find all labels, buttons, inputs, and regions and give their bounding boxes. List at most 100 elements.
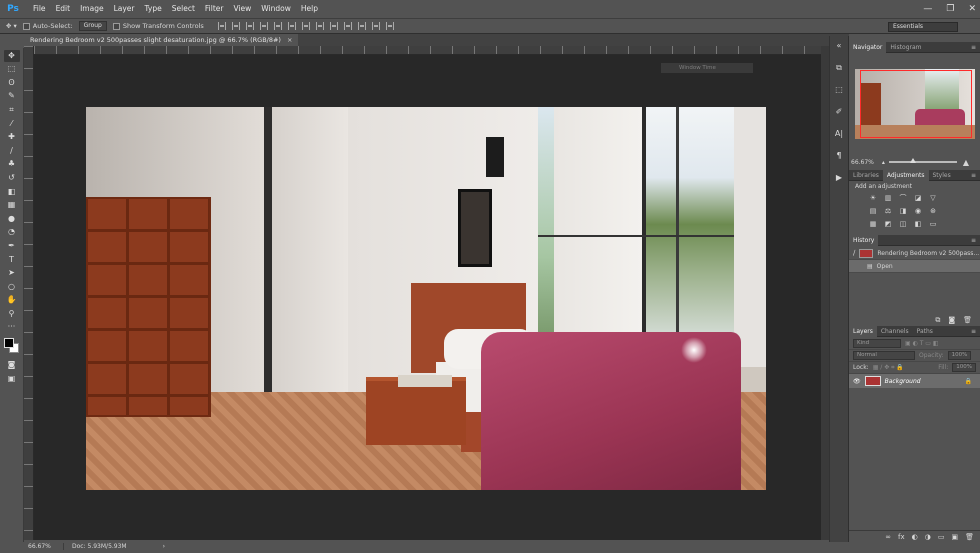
- panel-menu-icon[interactable]: ≡: [971, 44, 976, 51]
- color-lookup-icon[interactable]: ▦: [869, 220, 877, 228]
- navigator-zoom-slider[interactable]: [888, 158, 957, 163]
- shape-tool-icon[interactable]: ○: [4, 281, 20, 293]
- menu-window[interactable]: Window: [256, 0, 296, 18]
- eraser-tool-icon[interactable]: ◧: [4, 186, 20, 198]
- tab-layers[interactable]: Layers: [849, 325, 877, 337]
- distribute-left-icon[interactable]: [343, 22, 352, 30]
- history-panel-icon[interactable]: ⧉: [832, 62, 846, 74]
- path-select-tool-icon[interactable]: ➤: [4, 267, 20, 279]
- brush-tool-icon[interactable]: ∕: [4, 145, 20, 157]
- minimize-icon[interactable]: —: [923, 4, 932, 14]
- close-tab-icon[interactable]: ×: [287, 34, 292, 46]
- properties-panel-icon[interactable]: ⬚: [832, 84, 846, 96]
- close-icon[interactable]: ✕: [968, 4, 976, 14]
- photo-filter-icon[interactable]: ◉: [914, 207, 922, 215]
- status-menu-arrow-icon[interactable]: ›: [163, 543, 165, 550]
- menu-edit[interactable]: Edit: [51, 0, 76, 18]
- foreground-color-swatch[interactable]: [3, 338, 14, 349]
- distribute-right-icon[interactable]: [371, 22, 380, 30]
- lasso-tool-icon[interactable]: ʘ: [4, 77, 20, 89]
- hue-saturation-icon[interactable]: ▤: [869, 207, 877, 215]
- layer-kind-filter[interactable]: Kind: [853, 339, 901, 348]
- blend-mode-select[interactable]: Normal: [853, 351, 915, 360]
- menu-layer[interactable]: Layer: [109, 0, 140, 18]
- zoom-out-icon[interactable]: ▴: [882, 159, 885, 166]
- adjustment-layer-icon[interactable]: ◑: [925, 533, 931, 541]
- panel-menu-icon[interactable]: ≡: [971, 172, 976, 179]
- new-layer-icon[interactable]: ▣: [951, 533, 958, 541]
- black-white-icon[interactable]: ◨: [899, 207, 907, 215]
- vibrance-icon[interactable]: ▽: [929, 194, 937, 202]
- invert-icon[interactable]: ◩: [884, 220, 892, 228]
- auto-select-checkbox[interactable]: [22, 22, 30, 30]
- snapshot-camera-icon[interactable]: ◙: [948, 316, 955, 324]
- auto-align-icon[interactable]: [385, 22, 394, 30]
- move-tool-icon[interactable]: ✥: [3, 49, 20, 62]
- menu-image[interactable]: Image: [75, 0, 109, 18]
- levels-icon[interactable]: ▥: [884, 194, 892, 202]
- navigator-zoom-value[interactable]: 66.67%: [851, 159, 874, 166]
- auto-select-dropdown[interactable]: Group: [78, 21, 107, 31]
- color-balance-icon[interactable]: ⚖: [884, 207, 892, 215]
- tab-styles[interactable]: Styles: [929, 170, 955, 181]
- gradient-map-icon[interactable]: ▭: [929, 220, 937, 228]
- tab-history[interactable]: History: [849, 234, 879, 246]
- paragraph-panel-icon[interactable]: ¶: [832, 150, 846, 162]
- new-document-from-state-icon[interactable]: ⧉: [935, 316, 940, 325]
- lock-icons[interactable]: ▦ ∕ ✥ ⌗ 🔒: [873, 364, 904, 372]
- panel-menu-icon[interactable]: ≡: [971, 328, 976, 335]
- color-swatches[interactable]: [3, 337, 21, 355]
- menu-help[interactable]: Help: [296, 0, 323, 18]
- menu-view[interactable]: View: [228, 0, 256, 18]
- vertical-ruler[interactable]: [24, 46, 34, 540]
- hand-tool-icon[interactable]: ✋: [4, 294, 20, 306]
- distribute-top-icon[interactable]: [301, 22, 310, 30]
- collapse-arrows-icon[interactable]: «: [832, 40, 846, 52]
- blur-tool-icon[interactable]: ●: [4, 213, 20, 225]
- layer-row-background[interactable]: 👁 Background 🔒: [849, 374, 980, 388]
- zoom-in-icon[interactable]: ▲: [963, 158, 969, 167]
- dodge-tool-icon[interactable]: ◔: [4, 226, 20, 238]
- status-zoom-field[interactable]: 66.67%: [24, 543, 64, 550]
- align-left-icon[interactable]: [259, 22, 268, 30]
- pen-tool-icon[interactable]: ✒: [4, 240, 20, 252]
- align-vcenter-icon[interactable]: [231, 22, 240, 30]
- more-tools-icon[interactable]: ···: [4, 321, 20, 333]
- zoom-tool-icon[interactable]: ⚲: [4, 308, 20, 320]
- tab-histogram[interactable]: Histogram: [886, 42, 925, 53]
- distribute-bottom-icon[interactable]: [329, 22, 338, 30]
- menu-select[interactable]: Select: [167, 0, 200, 18]
- layer-style-fx-icon[interactable]: fx: [898, 533, 905, 541]
- layer-visibility-eye-icon[interactable]: 👁: [853, 378, 861, 385]
- quick-mask-icon[interactable]: ◙: [4, 359, 20, 371]
- history-snapshot[interactable]: ∕ Rendering Bedroom v2 500pass...: [849, 247, 980, 260]
- document-tab[interactable]: Rendering Bedroom v2 500passes slight de…: [24, 34, 299, 46]
- distribute-vcenter-icon[interactable]: [315, 22, 324, 30]
- marquee-tool-icon[interactable]: ⬚: [4, 63, 20, 75]
- tab-paths[interactable]: Paths: [913, 326, 937, 337]
- navigator-thumbnail[interactable]: [855, 69, 975, 139]
- brush-settings-icon[interactable]: ✐: [832, 106, 846, 118]
- horizontal-ruler[interactable]: [34, 46, 821, 55]
- channel-mixer-icon[interactable]: ⊛: [929, 207, 937, 215]
- fill-field[interactable]: 100%: [952, 363, 976, 372]
- navigator-view-box[interactable]: [860, 70, 972, 138]
- menu-type[interactable]: Type: [140, 0, 167, 18]
- history-brush-tool-icon[interactable]: ↺: [4, 172, 20, 184]
- character-panel-icon[interactable]: A|: [832, 128, 846, 140]
- layer-lock-icon[interactable]: 🔒: [965, 378, 972, 385]
- distribute-hcenter-icon[interactable]: [357, 22, 366, 30]
- align-hcenter-icon[interactable]: [273, 22, 282, 30]
- workspace-dropdown[interactable]: Essentials: [888, 22, 958, 32]
- posterize-icon[interactable]: ◫: [899, 220, 907, 228]
- exposure-icon[interactable]: ◪: [914, 194, 922, 202]
- filter-icons[interactable]: ▣ ◐ T ▭ ◧: [905, 340, 939, 347]
- zoom-slider-knob[interactable]: [909, 158, 916, 163]
- menu-file[interactable]: File: [28, 0, 51, 18]
- history-step[interactable]: ▤ Open: [849, 260, 980, 273]
- quick-select-tool-icon[interactable]: ✎: [4, 90, 20, 102]
- vertical-scrollbar[interactable]: [821, 46, 829, 540]
- document-image[interactable]: [86, 107, 766, 490]
- delete-layer-icon[interactable]: 🗑: [965, 533, 974, 541]
- screen-mode-icon[interactable]: ▣: [4, 373, 20, 385]
